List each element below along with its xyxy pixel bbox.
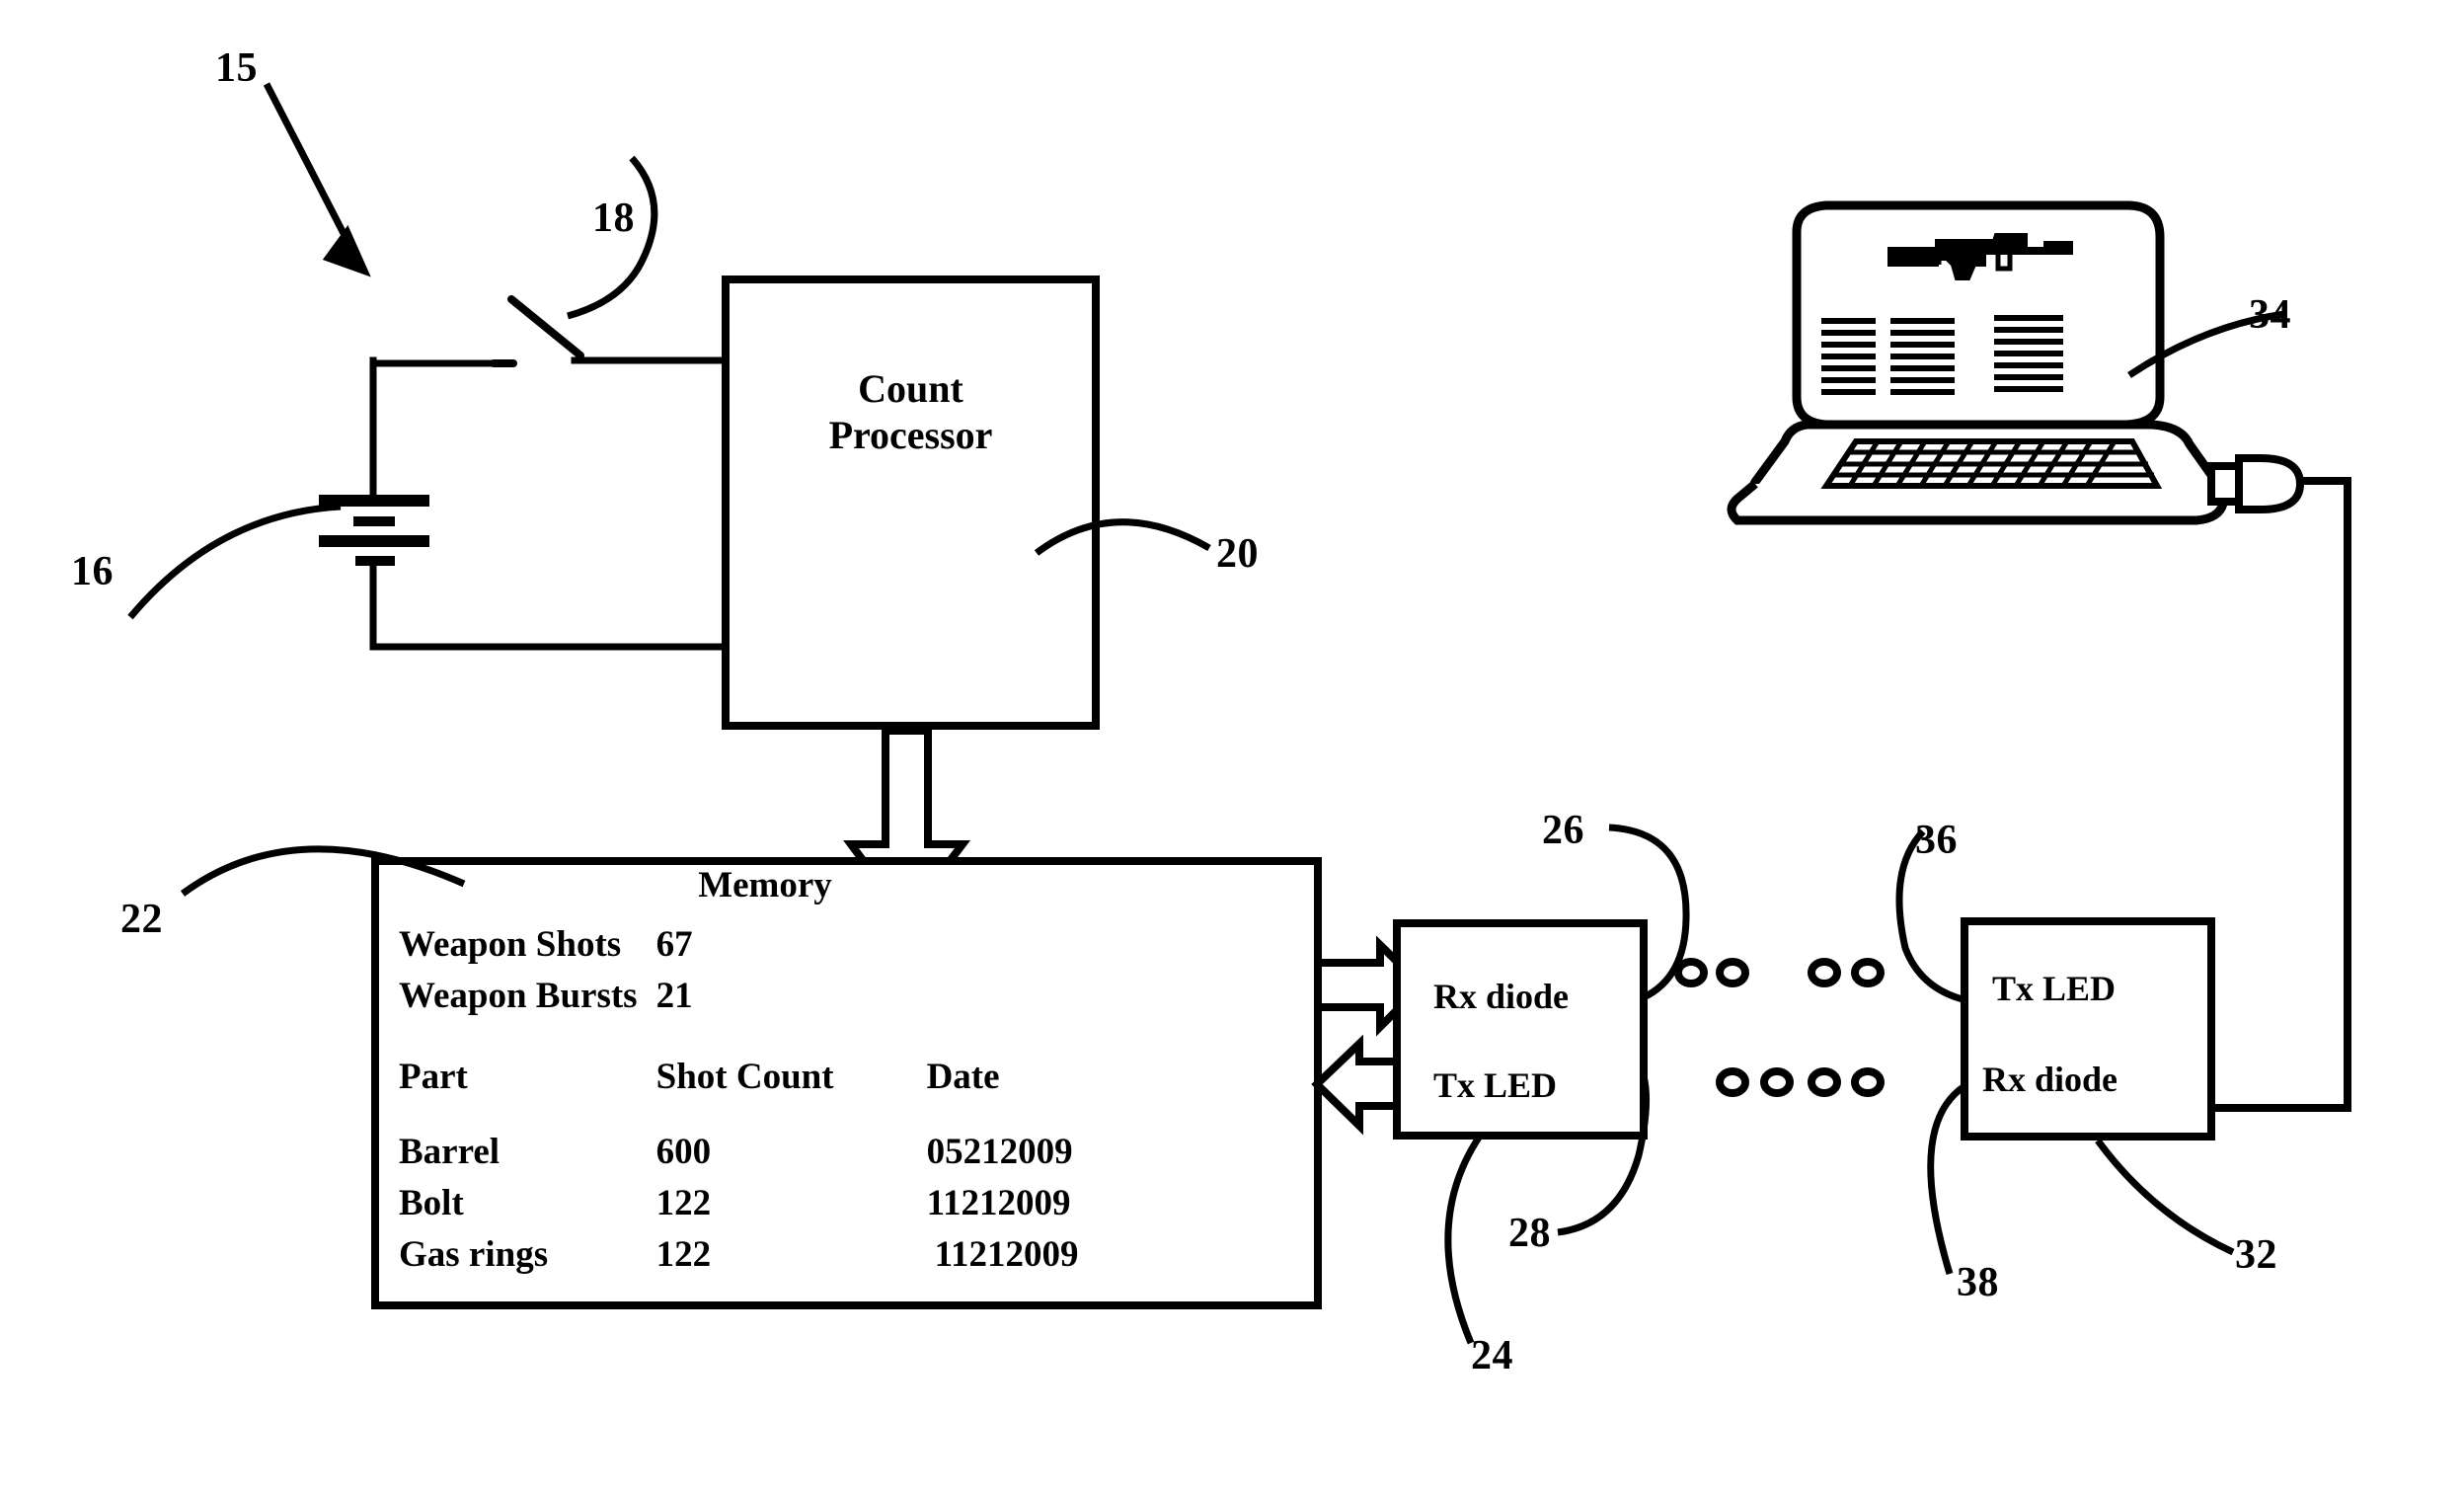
laptop-base-front: [1727, 480, 2228, 525]
leader-24: [1444, 1136, 1482, 1345]
leader-15: [263, 82, 354, 249]
part-name: Gas rings: [399, 1234, 549, 1275]
column-header-shot-count: Shot Count: [655, 1057, 834, 1097]
part-name: Bolt: [399, 1183, 464, 1223]
leader-16: [127, 503, 342, 620]
weapon-rx-diode-label: Rx diode: [1433, 977, 1570, 1016]
memory-summary-row: Weapon Bursts 21: [399, 978, 1149, 1029]
ref-numeral-24: 24: [1471, 1333, 1513, 1378]
memory-table-header: Part Shot Count Date: [399, 1059, 1149, 1134]
part-name: Barrel: [399, 1132, 500, 1172]
weapon-shots-value: 67: [655, 924, 693, 965]
memory-title: Memory: [698, 865, 832, 905]
leader-15-arrowhead: [322, 225, 371, 277]
laptop-keyboard: [1820, 438, 2163, 489]
count-processor-label-line1: Count: [858, 366, 963, 411]
count-processor-label-line2: Processor: [828, 413, 993, 458]
open-switch-symbol: [490, 295, 584, 367]
memory-table: Weapon Shots 67 Weapon Bursts 21 Part Sh…: [399, 926, 1149, 1288]
count-processor-label: Count Processor: [726, 365, 1096, 458]
table-row: Gas rings 122 11212009: [399, 1236, 1149, 1288]
count-processor-box: [722, 275, 1100, 730]
diagram-canvas: [127, 82, 2351, 1345]
part-shot-count: 122: [655, 1234, 712, 1275]
table-row: Barrel 600 05212009: [399, 1134, 1149, 1185]
part-date: 11212009: [926, 1183, 1071, 1223]
memory-gap: [399, 1029, 1149, 1059]
remote-rx-diode-label: Rx diode: [1982, 1060, 2118, 1099]
ref-numeral-32: 32: [2235, 1232, 2277, 1278]
plug-cable: [2207, 477, 2351, 1112]
weapon-tx-led-label: Tx LED: [1433, 1065, 1558, 1105]
ref-numeral-26: 26: [1542, 808, 1584, 853]
part-date: 11212009: [934, 1234, 1079, 1275]
part-shot-count: 600: [655, 1132, 712, 1172]
ref-numeral-36: 36: [1915, 818, 1958, 863]
infrared-beam-dots-top: [1674, 958, 1885, 987]
ref-numeral-22: 22: [120, 897, 163, 942]
ref-numeral-18: 18: [592, 196, 635, 241]
ref-numeral-38: 38: [1957, 1260, 1999, 1305]
column-header-part: Part: [399, 1057, 468, 1097]
memory-summary-spacer-2: [927, 978, 1149, 1029]
switch-blade: [507, 295, 584, 359]
leader-38: [1927, 1083, 1967, 1276]
ref-numeral-20: 20: [1216, 531, 1259, 577]
weapon-shots-label: Weapon Shots: [399, 924, 622, 965]
ref-numeral-28: 28: [1508, 1211, 1551, 1256]
battery-top-wire: [369, 356, 498, 367]
remote-tx-led-label: Tx LED: [1992, 969, 2117, 1008]
ref-numeral-15: 15: [215, 45, 258, 91]
table-row: Bolt 122 11212009: [399, 1185, 1149, 1236]
ref-numeral-34: 34: [2249, 292, 2291, 338]
memory-summary-row: Weapon Shots 67: [399, 926, 1149, 978]
memory-gap-cell: [399, 1029, 1149, 1059]
infrared-beam-dots-bottom: [1716, 1067, 1885, 1097]
leader-32: [2095, 1138, 2235, 1256]
weapon-bursts-label: Weapon Bursts: [399, 976, 638, 1016]
column-header-date: Date: [926, 1057, 1000, 1097]
plug-connector: [2207, 454, 2305, 513]
memory-summary-spacer-1: [927, 926, 1149, 978]
remote-transceiver-box: [1961, 917, 2215, 1141]
weapon-bursts-value: 21: [655, 976, 693, 1016]
ref-numeral-16: 16: [71, 549, 114, 594]
patent-figure: Count Processor Memory Weapon Shots 67 W…: [0, 0, 2464, 1495]
part-shot-count: 122: [655, 1183, 712, 1223]
part-date: 05212009: [926, 1132, 1073, 1172]
